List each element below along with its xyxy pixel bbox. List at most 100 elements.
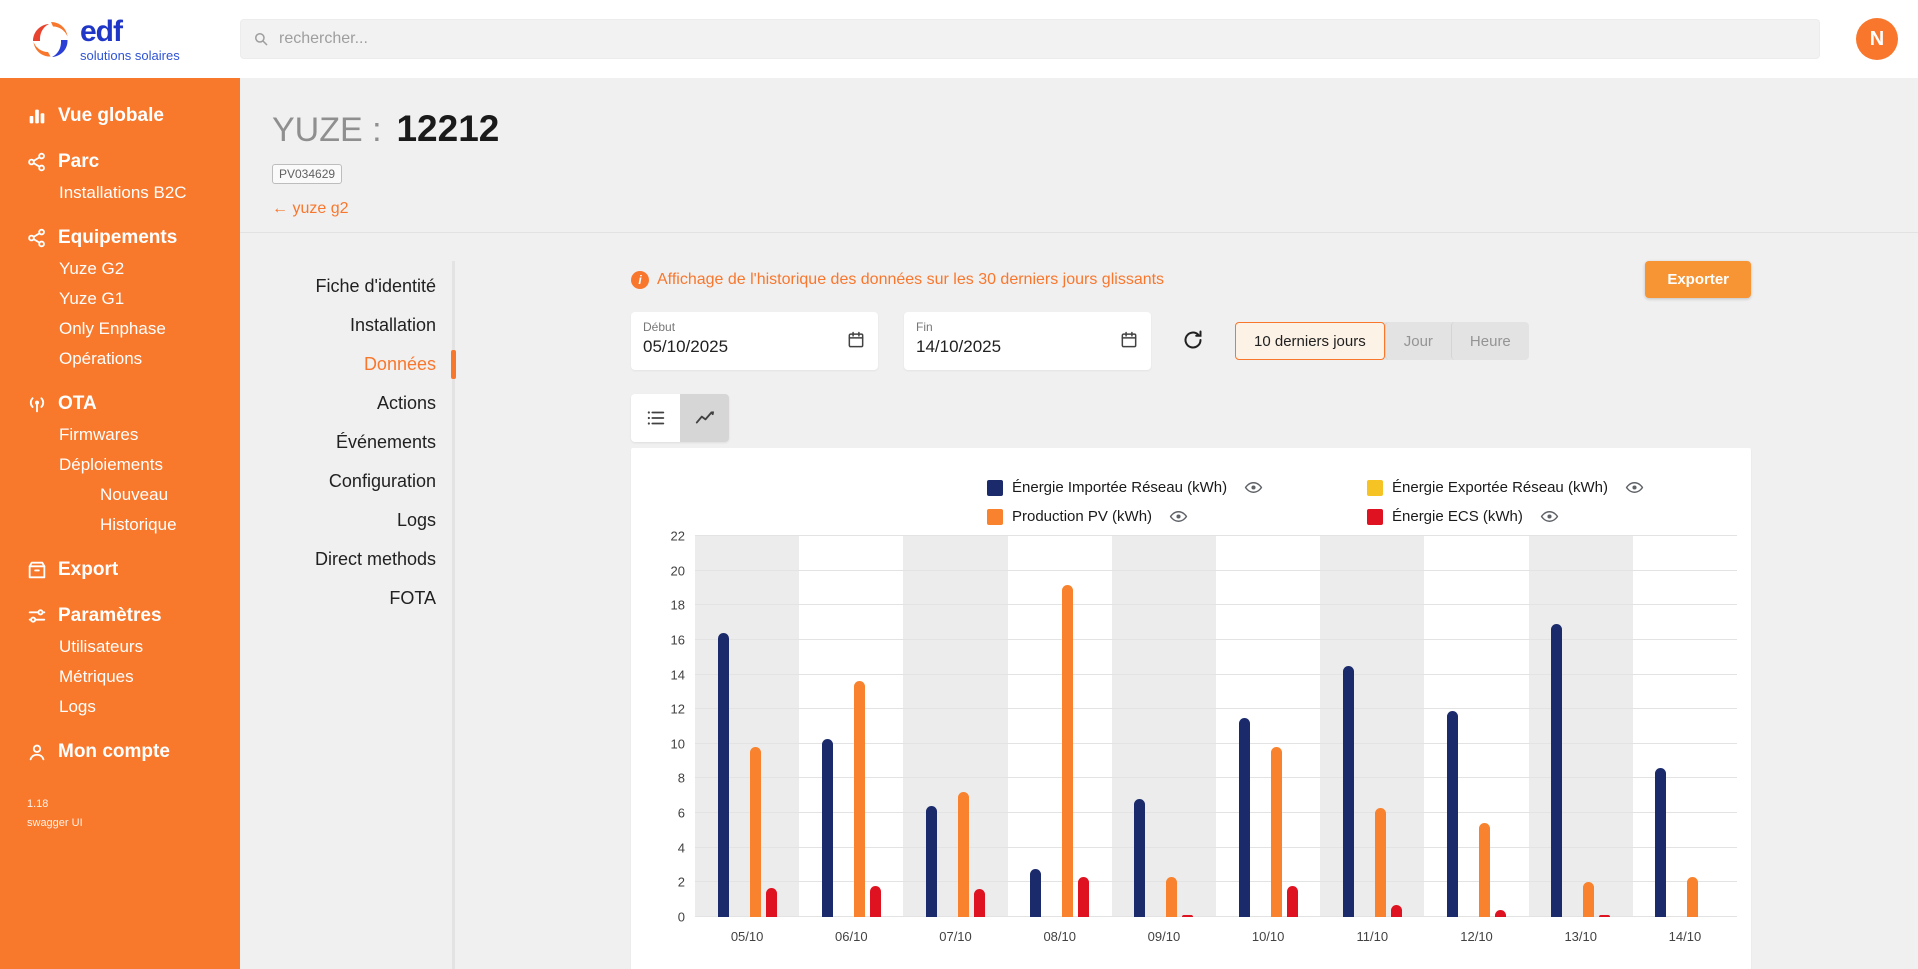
search-input[interactable]: [240, 19, 1820, 59]
sidebar-item-deploiements[interactable]: Déploiements: [0, 450, 240, 480]
y-tick-label: 22: [671, 529, 685, 544]
sidebar-item-utilisateurs[interactable]: Utilisateurs: [0, 632, 240, 662]
y-tick-label: 20: [671, 563, 685, 578]
bar: [854, 681, 865, 917]
subnav-item-donnees[interactable]: Données: [240, 345, 452, 384]
settings-icon: [26, 605, 48, 627]
antenna-icon: [26, 393, 48, 415]
subnav-item-evenements[interactable]: Événements: [240, 423, 452, 462]
eye-icon[interactable]: [1540, 507, 1559, 526]
sidebar-section: Export: [0, 554, 240, 586]
bar-group: [1112, 536, 1216, 917]
calendar-icon[interactable]: [1119, 330, 1139, 355]
sidebar-item-firmwares[interactable]: Firmwares: [0, 420, 240, 450]
edf-logo[interactable]: edf solutions solaires: [0, 17, 240, 62]
page-header: YUZE : 12212 PV034629 ← yuze g2: [240, 78, 1918, 233]
x-tick-label: 10/10: [1216, 929, 1320, 944]
x-tick-label: 09/10: [1112, 929, 1216, 944]
sidebar-item-vue-globale[interactable]: Vue globale: [0, 100, 240, 132]
sidebar-item-logs[interactable]: Logs: [0, 692, 240, 722]
info-line: i Affichage de l'historique des données …: [631, 271, 1164, 289]
sidebar-item-label: Mon compte: [58, 741, 170, 763]
subnav-item-installation[interactable]: Installation: [240, 306, 452, 345]
x-tick-label: 07/10: [903, 929, 1007, 944]
y-tick-label: 18: [671, 598, 685, 613]
sidebar-item-export[interactable]: Export: [0, 554, 240, 586]
legend-label: Production PV (kWh): [1012, 508, 1152, 525]
y-tick-label: 12: [671, 702, 685, 717]
x-tick-label: 06/10: [799, 929, 903, 944]
sidebar-item-operations[interactable]: Opérations: [0, 344, 240, 374]
eye-icon[interactable]: [1169, 507, 1188, 526]
back-link[interactable]: ← yuze g2: [272, 200, 1918, 218]
range-button-heure[interactable]: Heure: [1451, 322, 1529, 360]
subnav-item-fota[interactable]: FOTA: [240, 579, 452, 618]
bar: [1599, 915, 1610, 917]
sidebar-item-label: Export: [58, 559, 118, 581]
sidebar-item-equipements[interactable]: Equipements: [0, 222, 240, 254]
date-start-value: 05/10/2025: [643, 337, 866, 357]
sidebar-item-yuze-g2[interactable]: Yuze G2: [0, 254, 240, 284]
export-button[interactable]: Exporter: [1645, 261, 1751, 298]
sidebar-item-label: Equipements: [58, 227, 177, 249]
x-tick-label: 14/10: [1633, 929, 1737, 944]
bar-group: [1216, 536, 1320, 917]
swagger-ui-link[interactable]: swagger UI: [27, 817, 240, 829]
sidebar-section: ParamètresUtilisateursMétriquesLogs: [0, 600, 240, 722]
sidebar-section: Vue globale: [0, 100, 240, 132]
sidebar-item-label: Vue globale: [58, 105, 164, 127]
logo-brand: edf: [80, 17, 180, 47]
calendar-icon[interactable]: [846, 330, 866, 355]
main-content: YUZE : 12212 PV034629 ← yuze g2 Fiche d'…: [240, 78, 1918, 969]
sidebar-item-mon-compte[interactable]: Mon compte: [0, 736, 240, 768]
subnav-item-logs[interactable]: Logs: [240, 501, 452, 540]
sidebar-item-installations-b2c[interactable]: Installations B2C: [0, 178, 240, 208]
subnav-item-direct-methods[interactable]: Direct methods: [240, 540, 452, 579]
avatar[interactable]: N: [1856, 18, 1898, 60]
bar-group: [1529, 536, 1633, 917]
bar: [750, 747, 761, 917]
y-tick-label: 10: [671, 736, 685, 751]
bar: [1551, 624, 1562, 917]
sidebar-item-only-enphase[interactable]: Only Enphase: [0, 314, 240, 344]
bar: [1583, 882, 1594, 917]
sidebar: Vue globale ParcInstallations B2C Equipeme…: [0, 78, 240, 969]
bar: [1375, 808, 1386, 917]
y-tick-label: 8: [678, 771, 685, 786]
sidebar-item-historique[interactable]: Historique: [0, 510, 240, 540]
refresh-button[interactable]: [1177, 324, 1209, 359]
x-tick-label: 11/10: [1320, 929, 1424, 944]
subnav-item-configuration[interactable]: Configuration: [240, 462, 452, 501]
chart-x-labels: 05/1006/1007/1008/1009/1010/1011/1012/10…: [695, 917, 1737, 944]
eye-icon[interactable]: [1625, 478, 1644, 497]
legend-label: Énergie Exportée Réseau (kWh): [1392, 479, 1608, 496]
info-icon: i: [631, 271, 649, 289]
y-tick-label: 4: [678, 840, 685, 855]
sidebar-item-nouveau[interactable]: Nouveau: [0, 480, 240, 510]
bar: [1479, 823, 1490, 917]
bar: [974, 889, 985, 917]
bar: [1030, 869, 1041, 917]
sidebar-item-yuze-g1[interactable]: Yuze G1: [0, 284, 240, 314]
date-end-field[interactable]: Fin 14/10/2025: [904, 312, 1151, 370]
sidebar-item-metriques[interactable]: Métriques: [0, 662, 240, 692]
bar-group: [799, 536, 903, 917]
search-icon: [252, 30, 270, 53]
subnav-item-actions[interactable]: Actions: [240, 384, 452, 423]
sidebar-item-parc[interactable]: Parc: [0, 146, 240, 178]
date-start-field[interactable]: Début 05/10/2025: [631, 312, 878, 370]
range-button-jour[interactable]: Jour: [1385, 322, 1451, 360]
table-view-button[interactable]: [631, 394, 680, 442]
chart-view-button[interactable]: [680, 394, 729, 442]
legend-swatch: [1367, 480, 1383, 496]
range-button-10-derniers-jours[interactable]: 10 derniers jours: [1235, 322, 1385, 360]
sidebar-item-ota[interactable]: OTA: [0, 388, 240, 420]
subnav-item-fiche-d-identite[interactable]: Fiche d'identité: [240, 267, 452, 306]
bar: [1062, 585, 1073, 918]
app-root: edf solutions solaires N Vue globale Parc…: [0, 0, 1918, 969]
eye-icon[interactable]: [1244, 478, 1263, 497]
legend-label: Énergie Importée Réseau (kWh): [1012, 479, 1227, 496]
bar: [926, 806, 937, 917]
sidebar-item-parametres[interactable]: Paramètres: [0, 600, 240, 632]
bar: [1343, 666, 1354, 917]
